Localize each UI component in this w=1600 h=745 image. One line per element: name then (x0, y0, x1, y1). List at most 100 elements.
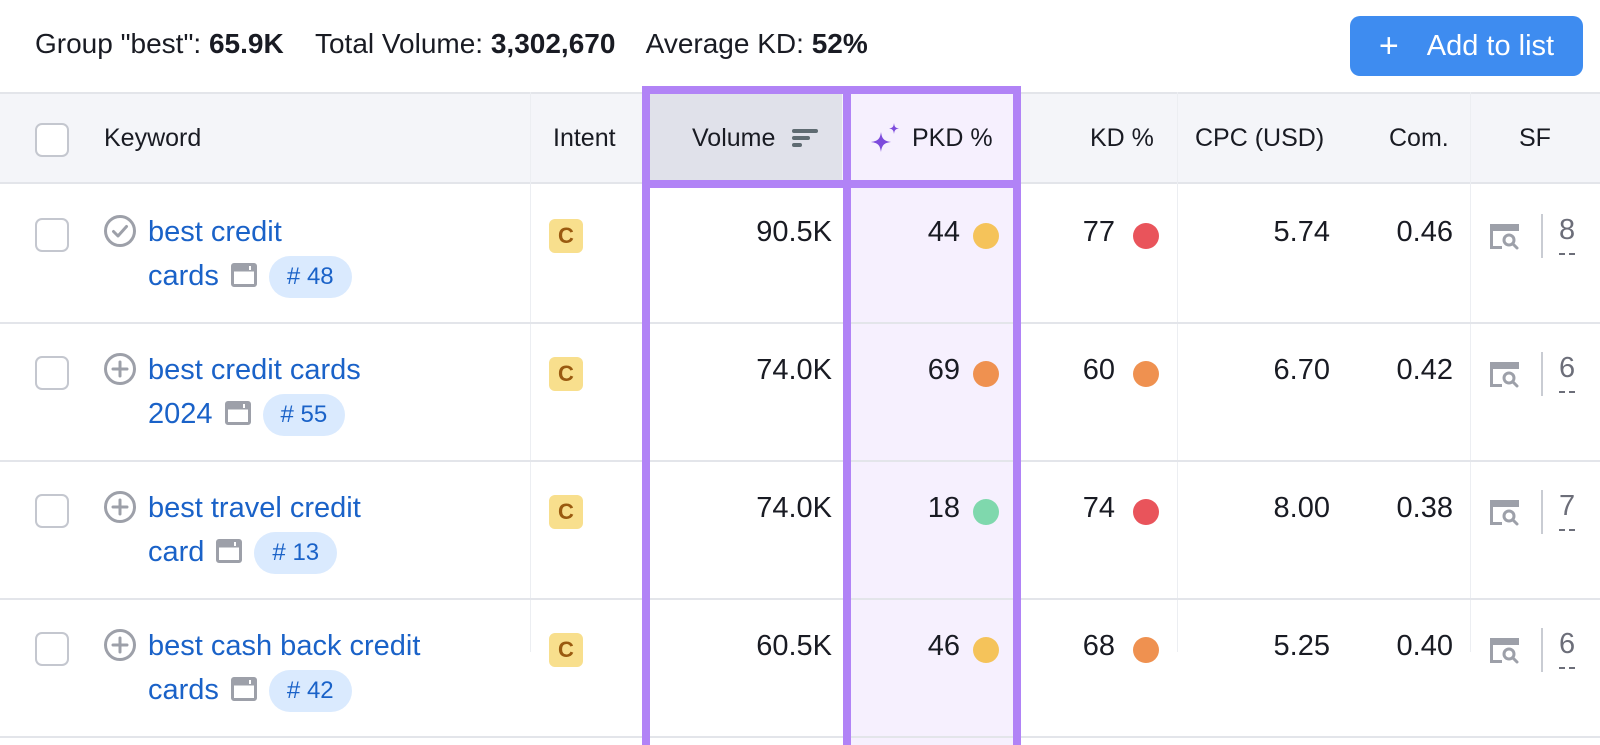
kd-value: 74 (1082, 492, 1115, 524)
pkd-difficulty-dot (973, 637, 999, 663)
serp-features-icon[interactable] (1488, 222, 1521, 251)
pkd-header-label: PKD % (912, 123, 993, 152)
column-header-cpc[interactable]: CPC (USD) (1195, 94, 1324, 182)
plus-circle-icon[interactable] (103, 490, 137, 524)
keyword-cell: best credit cards # 48 (148, 210, 478, 299)
position-badge[interactable]: # 42 (268, 670, 352, 713)
serp-features-icon[interactable] (1488, 360, 1521, 389)
pkd-value: 18 (927, 492, 960, 524)
select-all-checkbox[interactable] (35, 123, 69, 157)
volume-value: 60.5K (756, 630, 832, 662)
serp-features-icon[interactable] (1488, 636, 1521, 665)
sf-header-label: SF (1519, 123, 1551, 152)
keyword-link[interactable]: best credit cards (148, 216, 282, 292)
table-row-2: best credit cards 2024 # 55 C 74.0K 69 60 … (0, 324, 1600, 462)
plus-circle-icon[interactable] (103, 628, 137, 662)
sf-count[interactable]: 7 (1559, 490, 1576, 531)
intent-header-label: Intent (553, 123, 616, 152)
cpc-value: 6.70 (1273, 354, 1330, 386)
pkd-difficulty-dot (973, 223, 999, 249)
column-header-keyword[interactable]: Keyword (104, 94, 201, 182)
kd-value: 68 (1082, 630, 1115, 662)
table-row-3: best travel credit card # 13 C 74.0K 18 74… (0, 462, 1600, 600)
check-circle-icon[interactable] (103, 214, 137, 248)
row-checkbox[interactable] (35, 356, 69, 390)
sf-separator (1541, 490, 1543, 534)
sf-count[interactable]: 6 (1559, 628, 1576, 669)
row-checkbox[interactable] (35, 218, 69, 252)
keyword-cell: best travel credit card # 13 (148, 486, 478, 575)
serp-features-icon[interactable] (1488, 498, 1521, 527)
sf-separator (1541, 352, 1543, 396)
position-badge[interactable]: # 13 (254, 532, 338, 575)
sf-count[interactable]: 6 (1559, 352, 1576, 393)
volume-value: 90.5K (756, 216, 832, 248)
kd-difficulty-dot (1133, 637, 1159, 663)
position-badge[interactable]: # 48 (268, 256, 352, 299)
keyword-header-label: Keyword (104, 123, 202, 152)
plus-circle-icon[interactable] (103, 352, 137, 386)
kd-value: 60 (1082, 354, 1115, 386)
pkd-difficulty-dot (973, 499, 999, 525)
sort-descending-icon[interactable] (791, 126, 819, 150)
serp-snapshot-icon[interactable] (224, 401, 251, 425)
com-header-label: Com. (1389, 123, 1449, 152)
intent-badge[interactable]: C (549, 357, 583, 391)
column-header-sf[interactable]: SF (1519, 94, 1551, 182)
pkd-value: 44 (927, 216, 960, 248)
position-badge[interactable]: # 55 (262, 394, 346, 437)
competition-value: 0.42 (1396, 354, 1453, 386)
volume-value: 74.0K (756, 492, 832, 524)
sf-separator (1541, 628, 1543, 672)
highlight-frame-top (642, 86, 1021, 94)
column-header-volume[interactable]: Volume (692, 94, 819, 182)
highlight-frame-header-bottom (642, 180, 1021, 188)
row-checkbox[interactable] (35, 494, 69, 528)
volume-header-label: Volume (692, 123, 776, 152)
pkd-value: 46 (927, 630, 960, 662)
total-volume-value: 3,302,670 (490, 28, 616, 59)
column-header-intent[interactable]: Intent (553, 94, 616, 182)
add-to-list-button[interactable]: + Add to list (1350, 16, 1583, 76)
total-volume-label: Total Volume: (314, 28, 491, 59)
volume-value: 74.0K (756, 354, 832, 386)
column-header-com[interactable]: Com. (1389, 94, 1449, 182)
plus-icon: + (1378, 27, 1399, 65)
keyword-cell: best cash back credit cards # 42 (148, 624, 478, 713)
intent-badge[interactable]: C (549, 495, 583, 529)
sf-separator (1541, 214, 1543, 258)
kd-value: 77 (1082, 216, 1115, 248)
kd-header-label: KD % (1090, 123, 1154, 152)
competition-value: 0.40 (1396, 630, 1453, 662)
highlight-frame-right (1013, 86, 1021, 745)
column-header-kd[interactable]: KD % (1090, 94, 1154, 182)
group-summary: Group "best": 65.9K Total Volume: 3,302,… (35, 28, 868, 60)
table-row-4: best cash back credit cards # 42 C 60.5K 4… (0, 600, 1600, 738)
cpc-value: 5.74 (1273, 216, 1330, 248)
kd-difficulty-dot (1133, 499, 1159, 525)
kd-difficulty-dot (1133, 361, 1159, 387)
serp-snapshot-icon[interactable] (216, 539, 243, 563)
pkd-value: 69 (927, 354, 960, 386)
intent-badge[interactable]: C (549, 219, 583, 253)
cpc-value: 5.25 (1273, 630, 1330, 662)
sf-count[interactable]: 8 (1559, 214, 1576, 255)
average-kd-value: 52% (811, 28, 868, 59)
table-row-1: best credit cards # 48 C 90.5K 44 77 5.74 … (0, 186, 1600, 324)
highlight-frame-left (642, 86, 650, 745)
sparkle-ai-icon (871, 123, 899, 152)
intent-badge[interactable]: C (549, 633, 583, 667)
competition-value: 0.46 (1396, 216, 1453, 248)
summary-bar: Group "best": 65.9K Total Volume: 3,302,… (0, 0, 1600, 92)
row-checkbox[interactable] (35, 632, 69, 666)
competition-value: 0.38 (1396, 492, 1453, 524)
column-header-pkd[interactable]: PKD % (870, 94, 993, 182)
average-kd-label: Average KD: (645, 28, 812, 59)
serp-snapshot-icon[interactable] (230, 263, 257, 287)
kd-difficulty-dot (1133, 223, 1159, 249)
highlight-frame-middle (843, 86, 851, 745)
cpc-value: 8.00 (1273, 492, 1330, 524)
group-value: 65.9K (208, 28, 284, 59)
serp-snapshot-icon[interactable] (230, 677, 257, 701)
group-label: Group "best": (35, 28, 209, 59)
